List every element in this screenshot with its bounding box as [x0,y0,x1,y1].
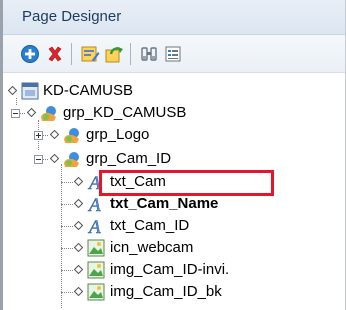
image-icon [87,283,105,301]
edit-page-icon[interactable] [80,44,100,64]
tree-item-selected[interactable]: A txt_Cam_Name [3,193,303,215]
selection-highlight-box [99,170,274,196]
tree-guide-line [61,226,73,227]
text-icon: A [87,195,102,214]
collapse-icon[interactable] [34,155,43,164]
page-icon [21,82,39,100]
svg-text:A: A [87,195,101,214]
tree-guide-line [61,204,73,205]
group-icon [41,106,56,121]
tree-node-label: KD-CAMUSB [43,82,134,99]
node-marker-icon [74,287,83,296]
toolbar-separator [71,43,72,65]
tree-guide-line [20,113,25,114]
tree-node-label: txt_Cam_ID [110,217,190,234]
image-icon [87,261,105,279]
toolbar-separator [130,43,131,65]
node-marker-icon [74,221,83,230]
binoculars-icon[interactable] [139,44,159,64]
node-marker-icon [27,108,36,117]
tree-node-group[interactable]: grp_KD_CAMUSB [3,102,303,124]
tree-item[interactable]: icn_webcam [3,237,303,259]
group-icon [64,152,79,167]
list-icon[interactable] [163,44,183,64]
toolbar [3,35,345,73]
tree-item[interactable]: A txt_Cam_ID [3,215,303,237]
tree-guide-line [61,270,73,271]
expand-icon[interactable] [34,131,43,140]
group-icon [64,128,79,143]
tree-node-logo-group[interactable]: grp_Logo [3,124,303,146]
tree-node-label: grp_Cam_ID [86,150,172,167]
tree-item[interactable]: img_Cam_ID_bk [3,281,303,303]
node-marker-icon [74,177,83,186]
page-tree: KD-CAMUSB grp_KD_CAMUSB grp_Logo grp_Cam… [3,72,345,310]
node-marker-icon [8,86,17,95]
tree-node-cam-group[interactable]: grp_Cam_ID [3,148,303,170]
tree-node-label: txt_Cam_Name [110,195,219,212]
tree-guide-line [61,182,73,183]
refresh-icon[interactable] [104,44,124,64]
panel-title: Page Designer [22,8,122,25]
tree-node-label: icn_webcam [110,239,194,256]
tree-node-label: img_Cam_ID-invi. [110,261,230,278]
node-marker-icon [74,243,83,252]
panel-title-bar: Page Designer [3,0,345,35]
tree-guide-line [43,135,48,136]
tree-node-root[interactable]: KD-CAMUSB [3,80,303,102]
text-icon: A [87,217,102,236]
node-marker-icon [50,154,59,163]
collapse-icon[interactable] [11,109,20,118]
node-marker-icon [74,199,83,208]
tree-node-label: img_Cam_ID_bk [110,283,222,300]
tree-guide-line [43,159,48,160]
svg-text:A: A [87,217,101,236]
tree-guide-line [61,248,73,249]
tree-node-label: grp_Logo [86,126,150,143]
add-circle-icon[interactable] [20,44,40,64]
tree-item[interactable]: img_Cam_ID-invi. [3,259,303,281]
tree-guide-line [61,292,73,293]
image-icon [87,239,105,257]
node-marker-icon [50,130,59,139]
page-designer-panel: Page Designer KD-CAMUSB grp_KD_CAMUSB gr… [0,0,346,310]
node-marker-icon [74,265,83,274]
delete-x-icon[interactable] [45,44,65,64]
tree-node-label: grp_KD_CAMUSB [63,104,187,121]
